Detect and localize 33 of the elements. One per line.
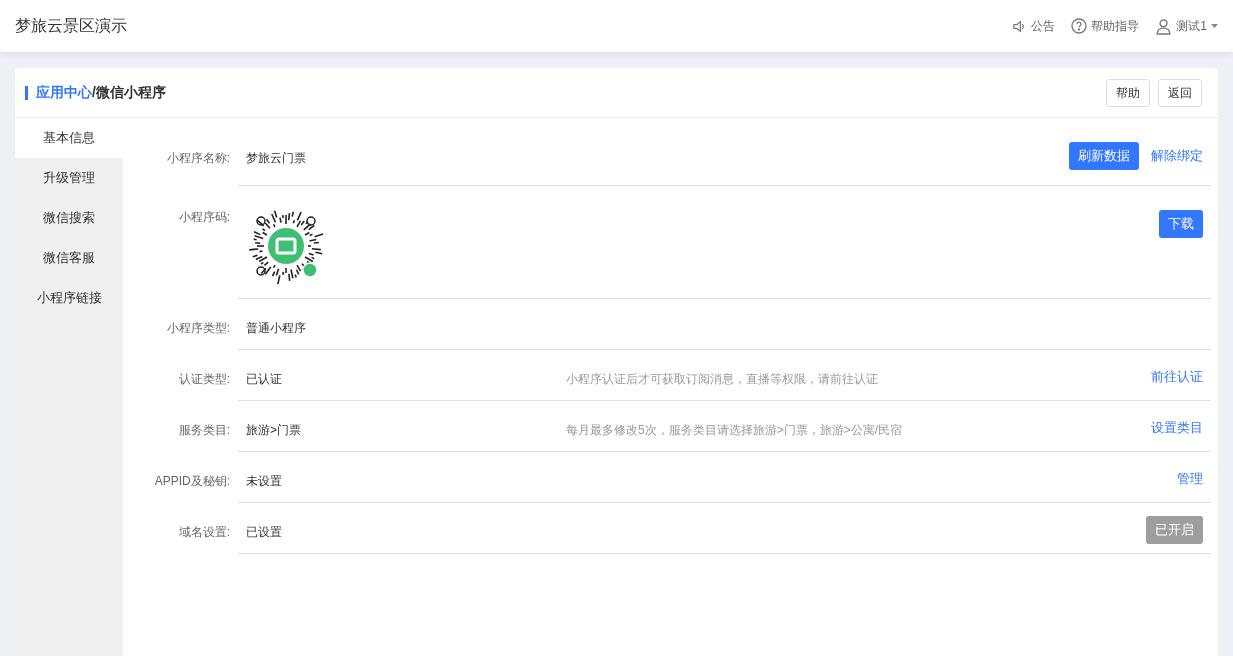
announcement-link[interactable]: 公告 [1012, 17, 1056, 35]
title-accent-bar [25, 85, 28, 100]
field-label: 小程序类型: [165, 320, 231, 337]
field-label: 域名设置: [177, 524, 231, 541]
help-icon [1071, 18, 1088, 34]
field-label: 小程序码: [177, 209, 231, 226]
action-link[interactable]: 解除绑定 [1151, 146, 1203, 166]
sidebar-tab[interactable]: 基本信息 [15, 118, 123, 158]
hint-text: 每月最多修改5次，服务类目请选择旅游>门票，旅游>公寓/民宿 [566, 422, 903, 439]
header-button[interactable]: 返回 [1158, 78, 1202, 107]
field-value: 未设置 [246, 473, 283, 490]
action-button[interactable]: 下载 [1159, 210, 1203, 238]
field-label: APPID及秘钥: [153, 473, 231, 490]
user-icon [1155, 17, 1173, 35]
field-label: 服务类目: [177, 422, 231, 439]
field-value: 普通小程序 [246, 320, 307, 337]
field-label: 小程序名称: [165, 150, 231, 167]
field-value: 梦旅云门票 [246, 150, 307, 167]
field-value: 已认证 [246, 371, 283, 388]
action-button[interactable]: 刷新数据 [1069, 142, 1139, 170]
breadcrumb: 应用中心/微信小程序 [36, 83, 166, 102]
user-menu[interactable]: 测试1 [1155, 17, 1218, 35]
field-value: 旅游>门票 [246, 422, 302, 439]
caret-icon [1211, 23, 1218, 29]
field-label: 认证类型: [177, 371, 231, 388]
app-title: 梦旅云景区演示 [15, 16, 127, 36]
header-button[interactable]: 帮助 [1106, 78, 1150, 107]
action-link[interactable]: 设置类目 [1151, 418, 1203, 438]
action-link[interactable]: 前往认证 [1151, 367, 1203, 387]
field-value: 已设置 [246, 524, 283, 541]
help-guide-link[interactable]: 帮助指导 [1071, 17, 1140, 35]
hint-text: 小程序认证后才可获取订阅消息，直播等权限，请前往认证 [566, 371, 878, 388]
action-link[interactable]: 管理 [1177, 469, 1203, 489]
